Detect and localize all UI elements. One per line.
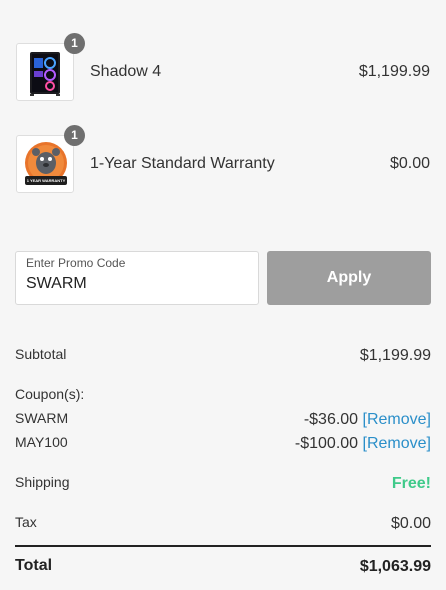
remove-coupon-link[interactable]: [Remove] bbox=[363, 411, 431, 428]
total-label: Total bbox=[15, 557, 53, 574]
cart-item: 1 Shadow 4 $1,199.99 bbox=[0, 33, 446, 105]
coupons-heading-row: Coupon(s): bbox=[15, 386, 431, 406]
promo-code-field[interactable]: Enter Promo Code bbox=[15, 251, 259, 305]
product-image-pc[interactable] bbox=[16, 43, 74, 101]
subtotal-row: Subtotal $1,199.99 bbox=[15, 346, 431, 366]
product-image-warranty[interactable]: 1 YEAR WARRANTY bbox=[16, 135, 74, 193]
total-value: $1,063.99 bbox=[359, 558, 431, 575]
quantity-badge: 1 bbox=[64, 125, 85, 146]
coupons-label: Coupon(s): bbox=[15, 386, 85, 402]
coupon-amount: -$36.00 bbox=[303, 411, 359, 428]
item-name: Shadow 4 bbox=[90, 63, 162, 80]
coupon-amount: -$100.00 bbox=[294, 435, 359, 452]
warranty-badge-icon bbox=[25, 142, 67, 185]
tax-label: Tax bbox=[15, 514, 37, 530]
coupon-amount-group: -$100.00 [Remove] bbox=[295, 435, 431, 453]
subtotal-label: Subtotal bbox=[15, 346, 67, 362]
apply-promo-button[interactable]: Apply bbox=[267, 251, 431, 305]
coupon-code: SWARM bbox=[15, 410, 69, 426]
total-row: Total $1,063.99 bbox=[15, 557, 431, 577]
gaming-pc-icon bbox=[30, 52, 60, 96]
remove-coupon-link[interactable]: [Remove] bbox=[363, 435, 431, 452]
item-price: $0.00 bbox=[389, 155, 430, 172]
shipping-value: Free! bbox=[391, 475, 431, 492]
item-name: 1-Year Standard Warranty bbox=[90, 155, 275, 172]
promo-code-label: Enter Promo Code bbox=[26, 256, 126, 270]
total-divider bbox=[15, 545, 431, 547]
coupon-row: MAY100 -$100.00 [Remove] bbox=[15, 434, 431, 454]
shipping-row: Shipping Free! bbox=[15, 474, 431, 494]
coupon-code: MAY100 bbox=[15, 434, 68, 450]
subtotal-value: $1,199.99 bbox=[359, 347, 431, 364]
tax-row: Tax $0.00 bbox=[15, 514, 431, 534]
cart-item: 1 YEAR WARRANTY 1 1-Year Standard Warran… bbox=[0, 125, 446, 197]
coupon-row: SWARM -$36.00 [Remove] bbox=[15, 410, 431, 430]
warranty-badge-text: 1 YEAR WARRANTY bbox=[26, 178, 66, 183]
quantity-badge: 1 bbox=[64, 33, 85, 54]
shipping-label: Shipping bbox=[15, 474, 70, 490]
item-price: $1,199.99 bbox=[358, 63, 430, 80]
coupon-amount-group: -$36.00 [Remove] bbox=[304, 411, 431, 429]
tax-value: $0.00 bbox=[390, 515, 431, 532]
promo-code-input[interactable] bbox=[26, 275, 246, 293]
